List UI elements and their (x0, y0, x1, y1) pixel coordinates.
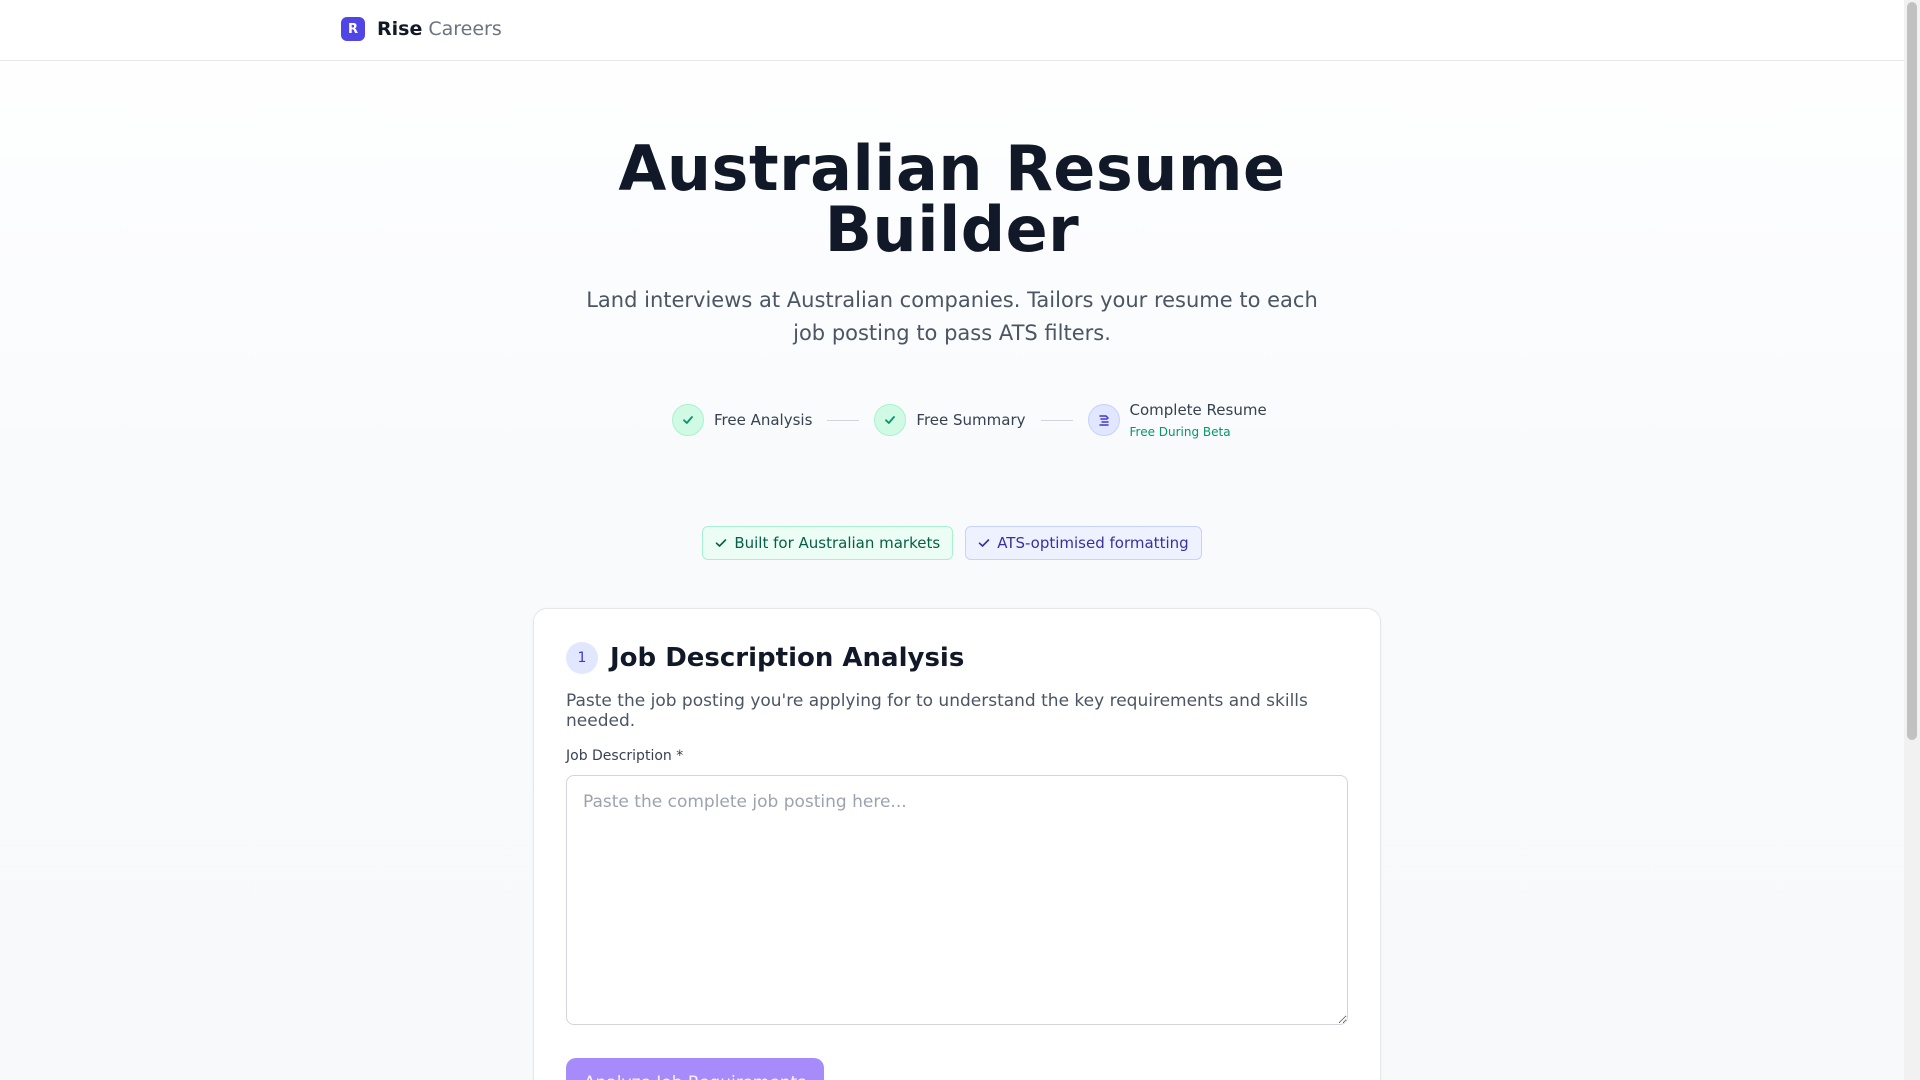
step-free-analysis: Free Analysis (672, 404, 812, 436)
card-header: 1 Job Description Analysis (566, 642, 964, 674)
step-sublabel: Free During Beta (1129, 425, 1231, 439)
feature-badges: Built for Australian markets ATS-optimis… (0, 526, 1904, 560)
document-icon (1087, 404, 1120, 436)
step-complete-resume: Complete Resume Free During Beta (1087, 401, 1267, 439)
page-subtitle: Land interviews at Australian companies.… (586, 288, 1318, 345)
check-icon (716, 539, 727, 547)
page-scrollbar[interactable] (1904, 0, 1920, 1080)
check-icon (672, 404, 704, 436)
check-icon (978, 539, 990, 547)
step-free-summary: Free Summary (874, 404, 1026, 436)
step-label: Complete Resume (1129, 401, 1267, 419)
job-description-card: 1 Job Description Analysis Paste the job… (533, 608, 1381, 1080)
page-title: Australian Resume Builder (0, 138, 1904, 261)
step-label: Free Summary (916, 411, 1026, 429)
analyze-job-button[interactable]: Analyze Job Requirements (566, 1058, 824, 1080)
check-icon (874, 404, 907, 436)
job-description-input[interactable] (566, 775, 1348, 1025)
page: R Rise Careers Australian Resume Builder… (0, 0, 1920, 1080)
brand-logo-link[interactable]: R Rise Careers (341, 17, 502, 41)
badge-australian-markets: Built for Australian markets (702, 526, 954, 560)
brand-subtitle: Careers (428, 18, 502, 40)
job-description-label: Job Description * (566, 748, 684, 764)
top-bar: R Rise Careers (0, 0, 1904, 61)
card-title: Job Description Analysis (610, 643, 965, 673)
step-text: Complete Resume Free During Beta (1130, 401, 1267, 439)
brand-mark-icon: R (341, 17, 365, 41)
step-connector (827, 419, 860, 421)
step-label: Free Analysis (714, 411, 813, 429)
progress-steps: Free Analysis Free Summary Complete Resu… (672, 401, 1267, 439)
scrollbar-thumb[interactable] (1907, 2, 1917, 740)
badge-label: Built for Australian markets (734, 534, 941, 552)
step-number-badge: 1 (566, 642, 598, 674)
badge-ats-formatting: ATS-optimised formatting (965, 526, 1202, 560)
step-connector (1040, 419, 1073, 421)
badge-label: ATS-optimised formatting (997, 534, 1189, 552)
card-description: Paste the job posting you're applying fo… (566, 691, 1308, 731)
page-title-line-2: Builder (824, 193, 1080, 266)
brand-name: Rise (377, 18, 423, 40)
